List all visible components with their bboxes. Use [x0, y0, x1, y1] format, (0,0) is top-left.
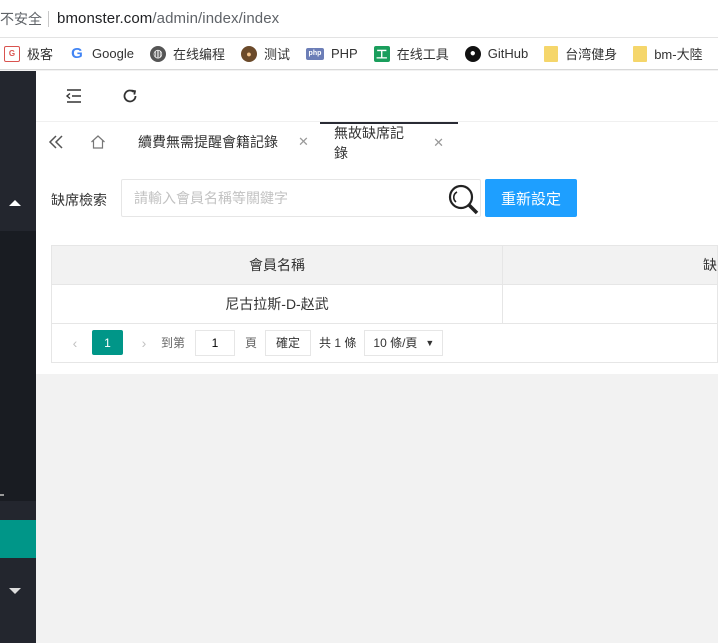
indent-icon: [65, 89, 81, 103]
tab-label: 續費無需提醒會籍記錄: [138, 134, 278, 150]
close-icon[interactable]: ✕: [433, 135, 444, 151]
collapse-sidebar-button[interactable]: [63, 85, 85, 107]
tab-renewal-no-reminder[interactable]: 續費無需提醒會籍記錄 ✕: [124, 122, 323, 162]
caret-down-icon: ▼: [425, 337, 435, 348]
home-tab[interactable]: [86, 122, 110, 162]
bookmark-label: 测试: [263, 47, 290, 62]
url-text[interactable]: bmonster.com/admin/index/index: [57, 10, 279, 27]
security-indicator[interactable]: 不安全: [0, 9, 42, 29]
next-page-icon[interactable]: ›: [135, 335, 153, 351]
folder-icon: [544, 45, 559, 62]
bookmark-label: 极客: [27, 47, 54, 62]
address-divider: [48, 10, 49, 27]
refresh-button[interactable]: [119, 85, 141, 107]
bookmark-php[interactable]: php PHP: [305, 46, 358, 61]
browser-address-bar[interactable]: 不安全 bmonster.com/admin/index/index: [0, 0, 718, 38]
chevron-up-icon[interactable]: [9, 200, 21, 206]
bookmark-taiwan-fitness[interactable]: 台湾健身: [544, 44, 617, 63]
sidebar-item-marker: [0, 494, 4, 496]
page-size-select[interactable]: 10 條/頁 ▼: [364, 329, 444, 356]
bookmark-google[interactable]: G Google: [69, 45, 134, 62]
url-host: bmonster.com: [57, 10, 153, 27]
sidebar-submenu: [0, 231, 36, 501]
prev-page-icon[interactable]: ‹: [66, 335, 84, 351]
search-label: 缺席檢索: [51, 192, 107, 208]
goto-label: 到第: [161, 336, 186, 350]
bookmark-online-coding[interactable]: ◍ 在线编程: [149, 44, 225, 63]
reset-button[interactable]: 重新設定: [485, 179, 577, 217]
total-count: 共 1 條: [319, 336, 357, 350]
current-page-button[interactable]: 1: [92, 330, 123, 355]
page-tabs: 續費無需提醒會籍記錄 ✕ 無故缺席記錄 ✕: [36, 121, 718, 163]
refresh-icon: [123, 89, 137, 103]
bookmark-label: 在线工具: [396, 47, 449, 62]
bookmark-label: PHP: [330, 46, 358, 61]
bookmark-label: Google: [92, 46, 134, 61]
tool-icon: 工: [373, 45, 390, 62]
absence-table: 會員名稱 缺 尼古拉斯-D-赵武: [51, 245, 718, 324]
folder-icon: [633, 45, 648, 62]
chevron-down-icon[interactable]: [9, 588, 21, 594]
jike-icon: G: [4, 45, 20, 62]
bookmark-test[interactable]: ● 测试: [240, 44, 290, 63]
table-row[interactable]: 尼古拉斯-D-赵武: [51, 284, 718, 324]
goto-confirm-button[interactable]: 確定: [265, 329, 312, 356]
search-input[interactable]: [121, 179, 481, 217]
github-icon: ●: [464, 45, 481, 62]
close-icon[interactable]: ✕: [298, 134, 309, 150]
double-chevron-left-icon: [48, 135, 63, 149]
bookmark-label: bm-大陸: [654, 47, 703, 62]
cell-member-name: 尼古拉斯-D-赵武: [51, 284, 503, 324]
bookmark-label: 在线编程: [172, 47, 225, 62]
tab-label: 無故缺席記錄: [334, 125, 404, 161]
main-content: 缺席檢索 重新設定 會員名稱 缺 尼古拉斯-D-赵武 ‹ 1 ›: [36, 162, 718, 643]
bookmark-label: 台湾健身: [565, 47, 618, 62]
php-icon: php: [305, 47, 324, 60]
dog-icon: ●: [240, 45, 257, 62]
table-header-row: 會員名稱 缺: [51, 245, 718, 285]
goto-page-input[interactable]: [195, 329, 236, 356]
url-path: /admin/index/index: [152, 10, 280, 27]
bookmark-bm-mainland[interactable]: bm-大陸: [633, 44, 703, 63]
home-icon: [91, 135, 105, 149]
pagination: ‹ 1 › 到第 頁 確定 共 1 條 10 條/頁 ▼: [51, 323, 718, 363]
tabs-scroll-left-button[interactable]: [44, 122, 68, 162]
sidebar: [0, 71, 36, 643]
bookmark-label: GitHub: [487, 46, 529, 61]
absence-panel: 缺席檢索 重新設定 會員名稱 缺 尼古拉斯-D-赵武 ‹ 1 ›: [36, 162, 718, 374]
bookmark-github[interactable]: ● GitHub: [464, 45, 529, 62]
page-unit-label: 頁: [245, 336, 258, 350]
admin-header: [36, 71, 718, 121]
column-header-member-name[interactable]: 會員名稱: [51, 245, 503, 285]
search-icon[interactable]: [447, 183, 479, 215]
tab-absence-records[interactable]: 無故缺席記錄 ✕: [320, 122, 458, 162]
google-icon: G: [71, 45, 83, 62]
bookmark-jike[interactable]: G 极客: [4, 44, 53, 63]
bookmark-online-tools[interactable]: 工在线工具: [373, 44, 449, 63]
page-size-value: 10 條/頁: [373, 336, 418, 350]
bookmarks-bar: G 极客 G Google ◍ 在线编程 ● 测试 php PHP 工在线工具 ● GitH…: [0, 38, 718, 70]
globe-icon: ◍: [149, 45, 166, 62]
column-header-absence[interactable]: 缺: [502, 245, 718, 285]
cell-absence: [502, 284, 718, 324]
sidebar-item-active[interactable]: [0, 520, 36, 558]
